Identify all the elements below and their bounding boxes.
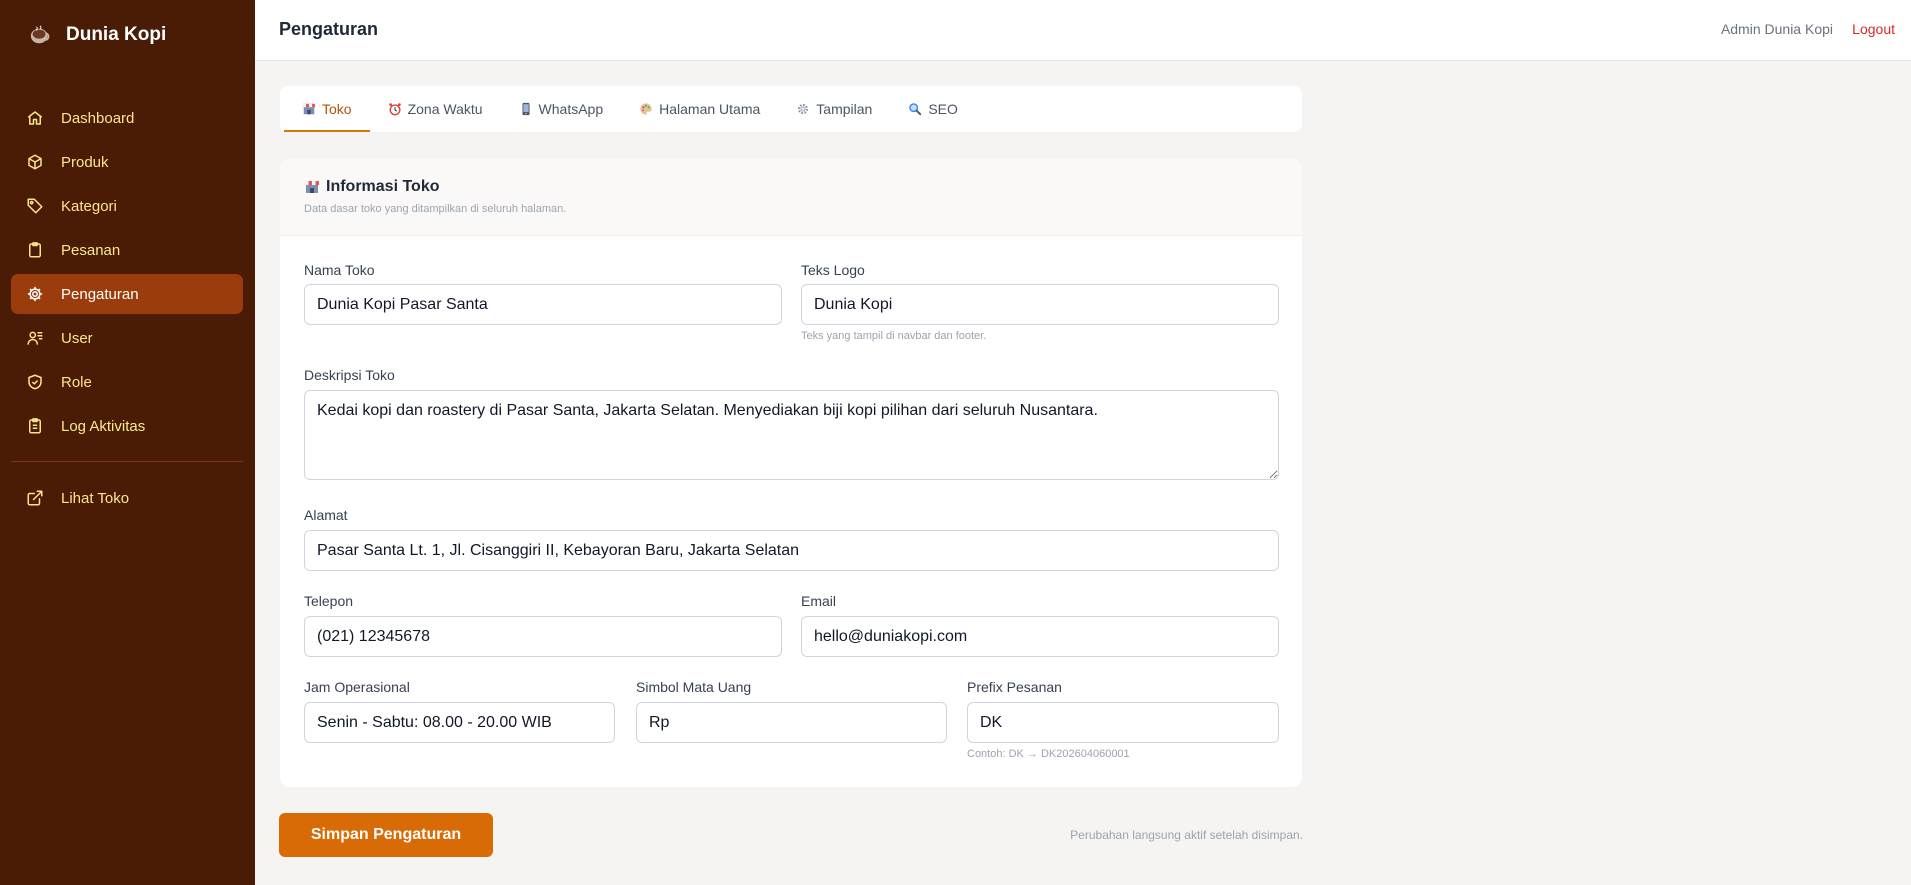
alarm-clock-icon [388,102,402,116]
brand[interactable]: Dunia Kopi [0,0,255,70]
sidebar-item-role[interactable]: Role [11,362,243,402]
tab-label: Toko [322,101,352,117]
store-icon [302,102,316,116]
sidebar-item-label: Kategori [61,197,117,215]
sidebar-item-label: Lihat Toko [61,489,130,507]
sidebar-item-pesanan[interactable]: Pesanan [11,230,243,270]
nama-toko-input[interactable] [304,284,782,325]
prefix-pesanan-hint: Contoh: DK → DK202604060001 [967,748,1130,760]
deskripsi-label: Deskripsi Toko [304,367,395,383]
jam-operasional-input[interactable] [304,702,615,743]
prefix-pesanan-label: Prefix Pesanan [967,679,1062,695]
alamat-input[interactable] [304,530,1279,571]
card-title: Informasi Toko [304,178,1278,196]
jam-operasional-label: Jam Operasional [304,679,410,695]
tag-icon [25,196,45,216]
tab-whatsapp[interactable]: WhatsApp [501,86,622,132]
sidebar-item-log-aktivitas[interactable]: Log Aktivitas [11,406,243,446]
sidebar-item-label: Produk [61,153,109,171]
users-icon [25,328,45,348]
simbol-mata-uang-label: Simbol Mata Uang [636,679,752,695]
sidebar-item-label: Pengaturan [61,285,139,303]
palette-icon [639,102,653,116]
email-input[interactable] [801,616,1279,657]
simbol-mata-uang-input[interactable] [636,702,947,743]
save-note: Perubahan langsung aktif setelah disimpa… [1070,828,1303,842]
sidebar-item-user[interactable]: User [11,318,243,358]
sidebar-nav: Dashboard Produk Kategori Pesanan Pengat… [11,98,243,450]
sidebar-item-label: Role [61,373,92,391]
nama-toko-label: Nama Toko [304,262,375,278]
save-settings-button[interactable]: Simpan Pengaturan [279,813,493,857]
prefix-pesanan-input[interactable] [967,702,1279,743]
tab-zona-waktu[interactable]: Zona Waktu [370,86,501,132]
settings-tabs: Toko Zona Waktu WhatsApp Halaman Utama T… [280,86,1302,132]
sidebar-item-label: Pesanan [61,241,121,259]
tab-halaman-utama[interactable]: Halaman Utama [621,86,778,132]
gear-icon [796,102,810,116]
tab-label: Zona Waktu [407,101,483,117]
sidebar-item-lihat-toko[interactable]: Lihat Toko [11,478,243,518]
email-label: Email [801,593,837,609]
logout-link[interactable]: Logout [1852,21,1895,37]
clipboard-icon [25,240,45,260]
box-icon [25,152,45,172]
store-info-card: Informasi Toko Data dasar toko yang dita… [280,159,1302,787]
top-header: Pengaturan Admin Dunia Kopi Logout [255,0,1911,61]
sidebar-item-pengaturan[interactable]: Pengaturan [11,274,243,314]
tab-toko[interactable]: Toko [284,86,370,132]
tab-seo[interactable]: SEO [890,86,976,132]
alamat-label: Alamat [304,507,348,523]
shield-icon [25,372,45,392]
telepon-label: Telepon [304,593,354,609]
home-icon [25,108,45,128]
external-link-icon [25,488,45,508]
sidebar-item-label: Log Aktivitas [61,417,146,435]
admin-name: Admin Dunia Kopi [1720,21,1833,37]
sidebar-item-kategori[interactable]: Kategori [11,186,243,226]
teks-logo-input[interactable] [801,284,1279,325]
clipboard-list-icon [25,416,45,436]
tab-label: SEO [928,101,958,117]
sidebar-item-label: User [61,329,93,347]
phone-icon [519,102,533,116]
teks-logo-label: Teks Logo [801,262,865,278]
sidebar-item-dashboard[interactable]: Dashboard [11,98,243,138]
tab-label: Halaman Utama [659,101,761,117]
sidebar-item-label: Dashboard [61,109,135,127]
telepon-input[interactable] [304,616,782,657]
sidebar: Dunia Kopi Dashboard Produk Kategori Pes… [0,0,255,885]
gear-icon [25,284,45,304]
store-icon [304,179,320,195]
tab-label: Tampilan [816,101,873,117]
sidebar-item-produk[interactable]: Produk [11,142,243,182]
card-title-text: Informasi Toko [326,178,440,195]
tab-label: WhatsApp [538,101,604,117]
teks-logo-hint: Teks yang tampil di navbar dan footer. [801,330,987,342]
sidebar-divider [11,461,243,462]
card-subtitle: Data dasar toko yang ditampilkan di selu… [304,203,567,215]
brand-name: Dunia Kopi [66,24,167,45]
deskripsi-textarea[interactable]: Kedai kopi dan roastery di Pasar Santa, … [304,390,1279,480]
coffee-cup-icon [28,23,52,47]
magnifier-icon [908,102,922,116]
page-title: Pengaturan [279,19,379,39]
tab-tampilan[interactable]: Tampilan [778,86,890,132]
card-header: Informasi Toko Data dasar toko yang dita… [280,159,1302,236]
